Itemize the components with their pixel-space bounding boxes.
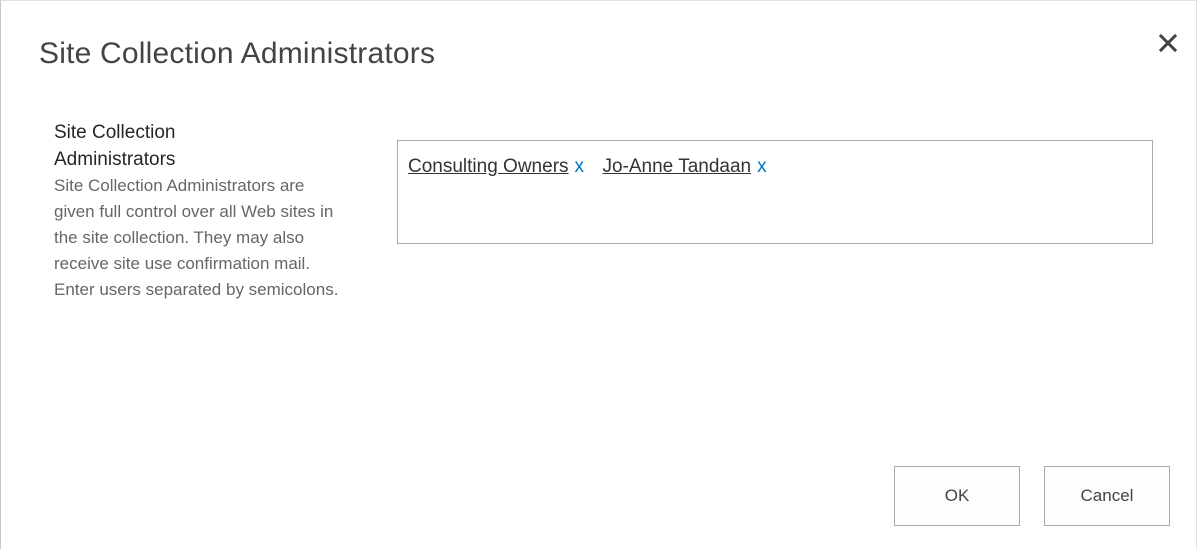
close-icon (1158, 33, 1178, 53)
ok-button[interactable]: OK (894, 466, 1020, 526)
entity-name-link[interactable]: Consulting Owners (408, 156, 569, 177)
cancel-button[interactable]: Cancel (1044, 466, 1170, 526)
section-heading: Site Collection Administrators (54, 122, 176, 170)
entity-remove-button[interactable]: x (575, 156, 585, 177)
entity-remove-button[interactable]: x (757, 156, 767, 177)
section-description: Site Collection Administrators are given… (54, 176, 339, 299)
section-label: Site Collection Administrators Site Coll… (54, 119, 354, 303)
entity-name-link[interactable]: Jo-Anne Tandaan (602, 156, 751, 177)
close-button[interactable] (1156, 31, 1180, 55)
dialog-title: Site Collection Administrators (39, 37, 436, 70)
site-collection-administrators-dialog: Site Collection Administrators Site Coll… (0, 0, 1197, 549)
resolved-entity-consulting-owners: Consulting Owners x (408, 151, 584, 183)
resolved-entity-jo-anne-tandaan: Jo-Anne Tandaan x (602, 151, 766, 183)
people-picker-input[interactable]: Consulting Owners x Jo-Anne Tandaan x (397, 140, 1153, 244)
